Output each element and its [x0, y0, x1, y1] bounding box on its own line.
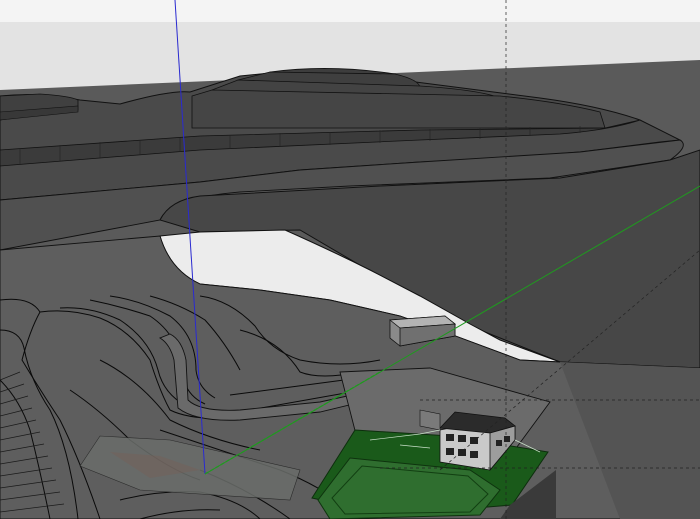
model-viewport[interactable] [0, 0, 700, 519]
top-strip [0, 0, 700, 22]
scene-canvas[interactable] [0, 0, 700, 519]
